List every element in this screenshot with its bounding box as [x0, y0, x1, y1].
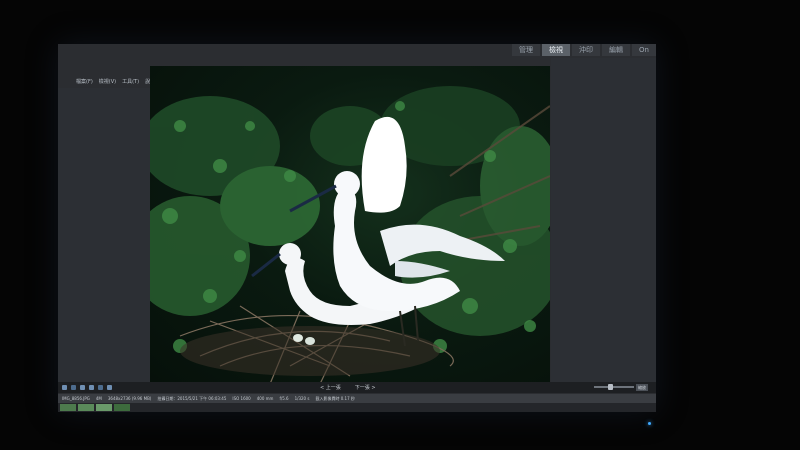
thumbnail-view-icon[interactable]	[62, 385, 67, 390]
left-panel	[58, 88, 150, 382]
status-load-time: 載入影像費時 0.17 秒	[315, 395, 355, 401]
menu-view[interactable]: 檢視(V)	[99, 78, 116, 85]
module-online[interactable]: On	[632, 44, 656, 56]
thumbnail[interactable]	[114, 404, 130, 411]
rotate-right-icon[interactable]	[89, 385, 94, 390]
status-filename: IMG_8856.JPG	[62, 396, 90, 401]
module-edit[interactable]: 編輯	[602, 44, 631, 56]
egret-photo	[150, 86, 550, 384]
viewer-window: 管理 檢視 沖印 編輯 On 檔案(F) 檢視(V) 工具(T) 說明(H)	[58, 44, 656, 412]
status-dimensions: 3648x2736 (9.96 MB)	[107, 396, 152, 401]
thumbnail[interactable]	[60, 404, 76, 411]
edit-tool-icon[interactable]	[98, 385, 103, 390]
monitor-power-led	[648, 422, 651, 425]
menu-tools[interactable]: 工具(T)	[122, 78, 139, 85]
grid-view-icon[interactable]	[71, 385, 76, 390]
module-view[interactable]: 檢視	[542, 44, 571, 56]
status-megapixels: 4M	[95, 396, 102, 401]
zoom-button[interactable]: 縮放	[636, 384, 648, 391]
status-aperture: f/5.6	[279, 396, 289, 401]
previous-image-button[interactable]: < 上一張	[320, 384, 341, 391]
rotate-left-icon[interactable]	[80, 385, 85, 390]
zoom-slider-knob[interactable]	[608, 384, 613, 390]
thumbnail[interactable]	[78, 404, 94, 411]
thumbnail[interactable]	[96, 404, 112, 411]
zoom-slider[interactable]	[594, 386, 634, 388]
status-capture-date: 拍攝日期：2015/5/21 下午 06:03:45	[157, 395, 227, 401]
status-shutter: 1/320 s	[294, 396, 310, 401]
right-panel	[551, 58, 656, 382]
status-bar: IMG_8856.JPG 4M 3648x2736 (9.96 MB) 拍攝日期…	[58, 394, 656, 403]
filmstrip-toolbar: < 上一張 下一張 > 縮放	[58, 382, 656, 393]
next-image-button[interactable]: 下一張 >	[355, 384, 376, 391]
menu-file[interactable]: 檔案(F)	[76, 78, 93, 85]
photo-viewport[interactable]	[150, 66, 550, 384]
status-iso: ISO 1600	[232, 396, 251, 401]
image-navigation: < 上一張 下一張 >	[320, 384, 376, 391]
status-focal-length: 400 mm	[256, 396, 274, 401]
info-icon[interactable]	[107, 385, 112, 390]
module-develop[interactable]: 沖印	[572, 44, 601, 56]
thumbnail-strip	[58, 403, 656, 412]
module-switcher: 管理 檢視 沖印 編輯 On	[512, 44, 656, 58]
module-manage[interactable]: 管理	[512, 44, 541, 56]
